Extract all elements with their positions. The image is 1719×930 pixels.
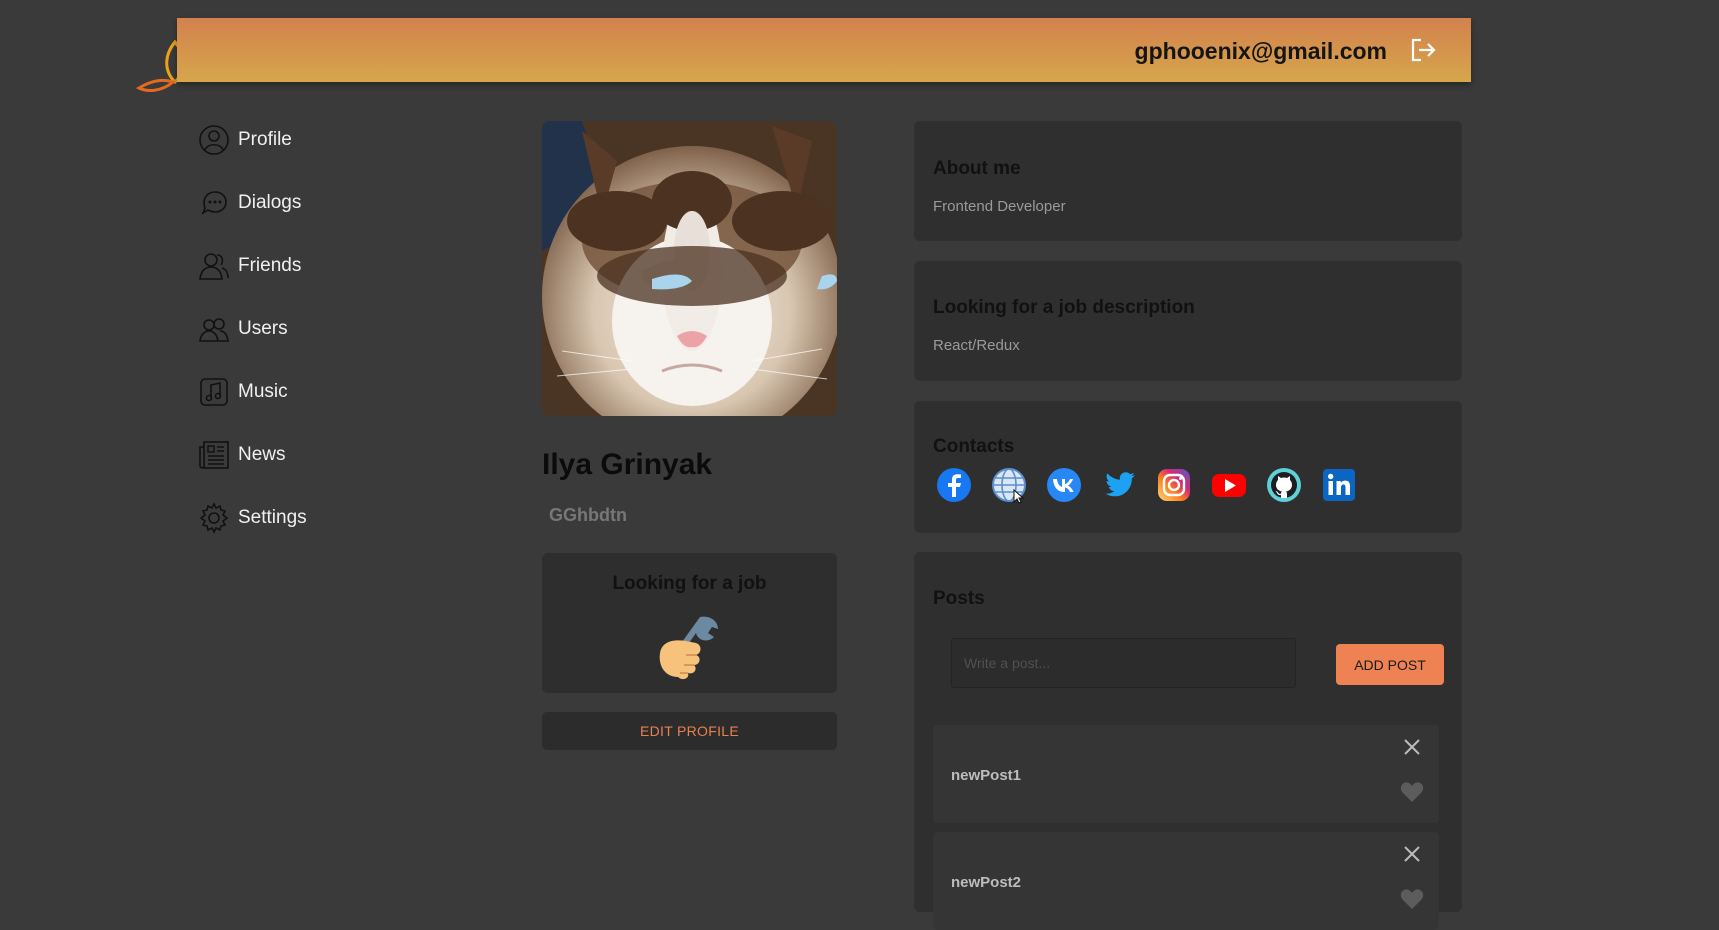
instagram-icon[interactable] <box>1155 466 1193 504</box>
sidebar-item-label: News <box>238 443 286 465</box>
sidebar-item-profile[interactable]: Profile <box>198 108 307 171</box>
sidebar-item-friends[interactable]: Friends <box>198 234 307 297</box>
job-description-title: Looking for a job description <box>933 297 1195 318</box>
post-item: newPost1 <box>933 725 1439 823</box>
heart-icon[interactable] <box>1400 781 1424 803</box>
top-header: gphooenix@gmail.com <box>177 18 1471 82</box>
sidebar-nav: Profile Dialogs Friends Users Music News… <box>198 108 307 549</box>
heart-icon[interactable] <box>1400 888 1424 910</box>
user-icon <box>199 124 229 155</box>
add-post-button[interactable]: ADD POST <box>1336 644 1444 685</box>
sidebar-item-label: Users <box>238 317 288 339</box>
github-icon[interactable] <box>1265 466 1303 504</box>
sidebar-item-news[interactable]: News <box>198 423 307 486</box>
job-description-text: React/Redux <box>933 337 1020 354</box>
twitter-icon[interactable] <box>1100 466 1138 504</box>
youtube-icon[interactable] <box>1210 466 1248 504</box>
edit-profile-button[interactable]: EDIT PROFILE <box>542 712 837 750</box>
post-text: newPost2 <box>951 874 1022 891</box>
close-icon[interactable] <box>1402 844 1422 864</box>
logout-icon[interactable] <box>1409 37 1437 63</box>
contacts-title: Contacts <box>933 436 1015 457</box>
website-icon[interactable] <box>990 466 1028 504</box>
contacts-icons <box>935 466 1444 504</box>
about-me-card: About me Frontend Developer <box>914 121 1462 241</box>
sidebar-item-label: Friends <box>238 254 302 276</box>
gear-icon <box>199 501 229 534</box>
sidebar-item-music[interactable]: Music <box>198 360 307 423</box>
contacts-card: Contacts <box>914 401 1462 533</box>
chat-bubble-icon <box>201 190 227 215</box>
close-icon[interactable] <box>1402 737 1422 757</box>
facebook-icon[interactable] <box>935 466 973 504</box>
users-icon <box>199 317 229 342</box>
about-me-title: About me <box>933 158 1021 179</box>
handshake-wrench-icon <box>652 609 728 685</box>
profile-name: Ilya Grinyak <box>542 448 713 481</box>
sidebar-item-label: Dialogs <box>238 191 302 213</box>
vk-icon[interactable] <box>1045 466 1083 504</box>
avatar <box>542 121 837 416</box>
post-text: newPost1 <box>951 767 1022 784</box>
looking-for-job-card: Looking for a job <box>542 553 837 693</box>
post-item: newPost2 <box>933 832 1439 930</box>
sidebar-item-users[interactable]: Users <box>198 297 307 360</box>
sidebar-item-label: Profile <box>238 128 292 150</box>
posts-card: Posts ADD POST newPost1 newPost2 <box>914 552 1462 930</box>
job-card-title: Looking for a job <box>612 573 767 594</box>
friends-icon <box>199 252 229 280</box>
linkedin-icon[interactable] <box>1320 466 1358 504</box>
posts-title: Posts <box>933 588 985 609</box>
music-note-icon <box>200 377 228 406</box>
sidebar-item-label: Settings <box>238 506 307 528</box>
about-me-text: Frontend Developer <box>933 198 1066 215</box>
profile-status[interactable]: GGhbdtn <box>549 505 627 526</box>
newspaper-icon <box>199 440 229 469</box>
sidebar-item-dialogs[interactable]: Dialogs <box>198 171 307 234</box>
sidebar-item-settings[interactable]: Settings <box>198 486 307 549</box>
sidebar-item-label: Music <box>238 380 288 402</box>
user-email: gphooenix@gmail.com <box>1134 38 1387 64</box>
job-description-card: Looking for a job description React/Redu… <box>914 261 1462 381</box>
post-input[interactable] <box>951 638 1296 688</box>
